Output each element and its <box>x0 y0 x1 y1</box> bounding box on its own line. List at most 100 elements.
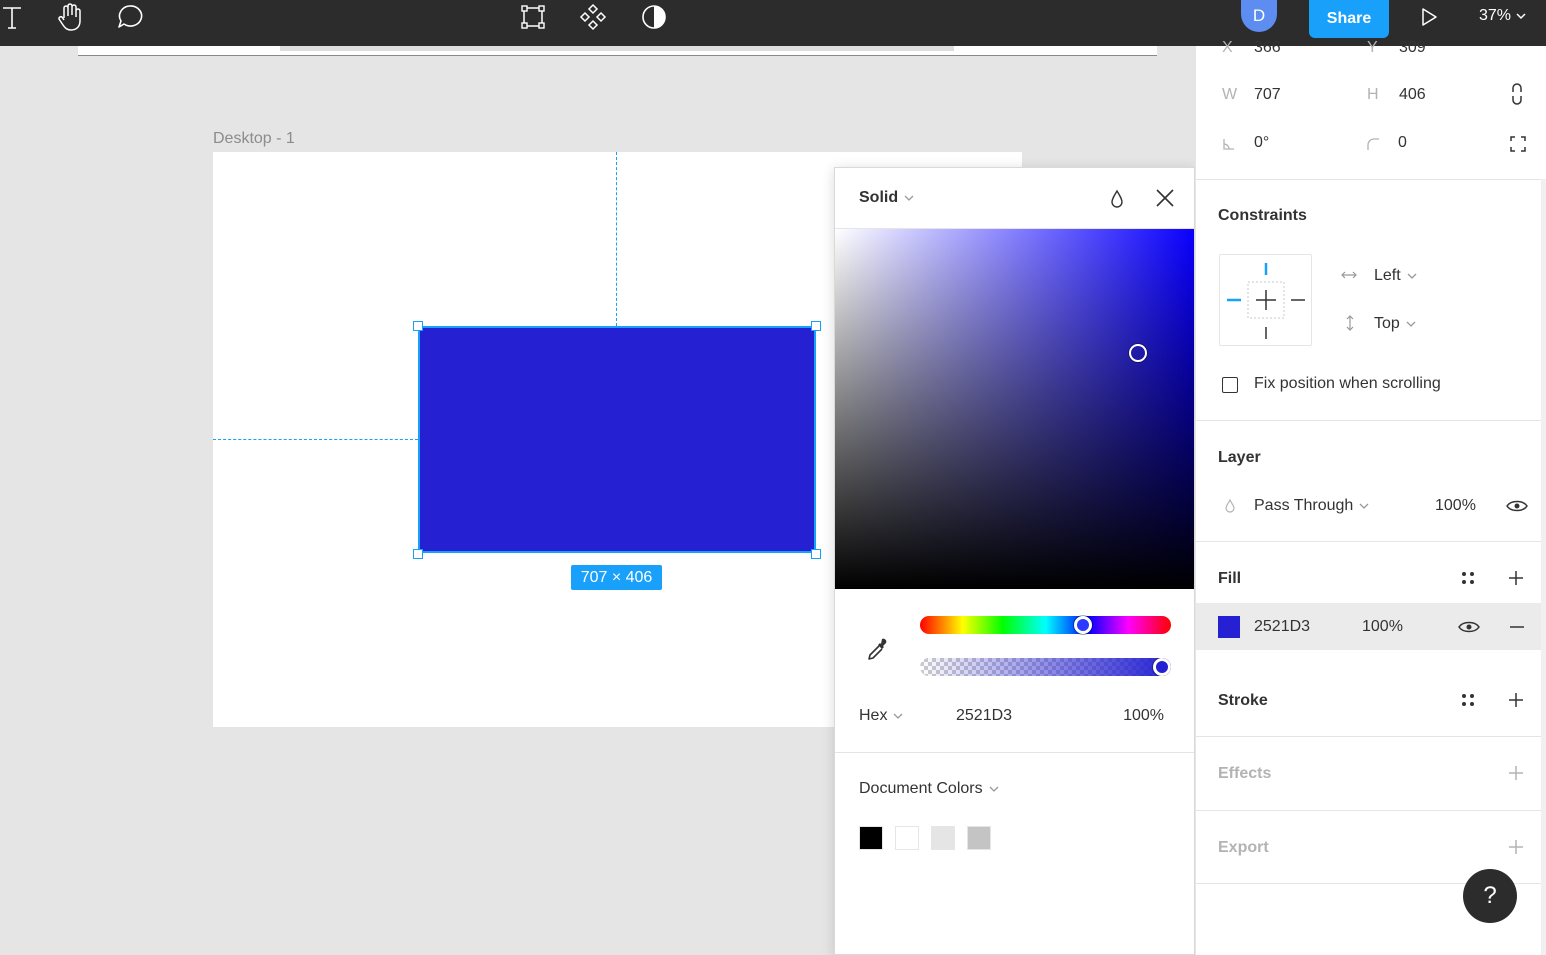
vertical-constraint-dropdown[interactable]: Top <box>1374 315 1416 333</box>
frame-label[interactable]: Desktop - 1 <box>213 130 295 148</box>
properties-panel: X 366 Y 309 W 707 H 406 0° 0 Constraints… <box>1195 39 1546 955</box>
component-icon[interactable] <box>578 0 608 34</box>
measure-guide-vertical <box>616 152 617 326</box>
chevron-down-icon <box>893 713 903 719</box>
blend-drop-icon[interactable] <box>1108 188 1126 215</box>
constraints-widget[interactable] <box>1219 254 1312 346</box>
blend-mode-dropdown[interactable]: Pass Through <box>1254 497 1369 515</box>
divider <box>1196 420 1546 421</box>
color-picker-popover: Solid Hex 2521D3 100% Document Colors <box>834 167 1195 955</box>
height-input[interactable]: 406 <box>1399 86 1426 104</box>
zoom-dropdown[interactable]: 37% <box>1479 7 1527 25</box>
color-mode-label: Hex <box>859 707 888 724</box>
add-stroke-plus-icon[interactable] <box>1506 690 1526 710</box>
text-tool-icon[interactable] <box>0 0 24 34</box>
constraints-title: Constraints <box>1218 207 1307 224</box>
mask-icon[interactable] <box>639 0 669 34</box>
hex-input[interactable]: 2521D3 <box>956 707 1012 725</box>
add-effect-plus-icon[interactable] <box>1506 763 1526 783</box>
zoom-level: 37% <box>1479 7 1512 24</box>
x-input[interactable]: 366 <box>1254 39 1281 57</box>
comment-tool-icon[interactable] <box>114 0 146 34</box>
fill-row[interactable]: 2521D3 100% <box>1196 603 1541 650</box>
blend-mode-value: Pass Through <box>1254 497 1354 514</box>
hue-slider-knob[interactable] <box>1073 616 1092 634</box>
rotation-input[interactable]: 0° <box>1254 134 1269 152</box>
opacity-slider-knob[interactable] <box>1153 658 1171 676</box>
fix-position-checkbox[interactable] <box>1222 377 1238 393</box>
stroke-title: Stroke <box>1218 692 1268 709</box>
user-avatar[interactable]: D <box>1241 0 1277 32</box>
fill-color-swatch[interactable] <box>1218 616 1240 638</box>
selected-rectangle[interactable] <box>418 326 816 553</box>
h-label: H <box>1367 86 1379 103</box>
present-play-icon[interactable] <box>1417 0 1441 34</box>
export-title: Export <box>1218 839 1269 856</box>
add-export-plus-icon[interactable] <box>1506 837 1526 857</box>
color-picker-header: Solid <box>835 168 1194 229</box>
vertical-arrows-icon <box>1344 314 1356 332</box>
corner-radius-input[interactable]: 0 <box>1398 134 1407 152</box>
fill-opacity-value[interactable]: 100% <box>1362 618 1403 636</box>
x-label: X <box>1222 39 1233 56</box>
width-input[interactable]: 707 <box>1254 86 1281 104</box>
help-button[interactable]: ? <box>1463 869 1517 923</box>
hand-tool-icon[interactable] <box>54 0 86 34</box>
rotation-icon <box>1221 136 1237 152</box>
document-colors-dropdown[interactable]: Document Colors <box>859 780 999 798</box>
resize-handle-top-right[interactable] <box>811 321 821 331</box>
constrain-proportions-icon[interactable] <box>1506 82 1528 106</box>
chevron-down-icon <box>1407 273 1417 279</box>
share-button[interactable]: Share <box>1309 0 1389 38</box>
horizontal-arrows-icon <box>1341 268 1357 282</box>
fill-type-dropdown[interactable]: Solid <box>859 189 914 207</box>
document-color-swatch[interactable] <box>895 826 919 850</box>
chevron-down-icon <box>904 195 914 201</box>
edit-object-icon[interactable] <box>518 0 548 34</box>
independent-corners-icon[interactable] <box>1508 134 1528 154</box>
layer-title: Layer <box>1218 449 1261 466</box>
eye-icon[interactable] <box>1506 496 1528 516</box>
resize-handle-bottom-right[interactable] <box>811 549 821 559</box>
fill-hex-value[interactable]: 2521D3 <box>1254 618 1310 636</box>
chevron-down-icon <box>989 786 999 792</box>
selection-size-badge: 707 × 406 <box>571 565 662 590</box>
measure-guide-horizontal <box>213 439 418 440</box>
color-cursor[interactable] <box>1129 344 1147 362</box>
chevron-down-icon <box>1516 13 1526 20</box>
resize-handle-top-left[interactable] <box>413 321 423 331</box>
color-mode-dropdown[interactable]: Hex <box>859 707 903 725</box>
corner-radius-icon <box>1365 136 1381 152</box>
chevron-down-icon <box>1406 321 1416 327</box>
y-input[interactable]: 309 <box>1399 39 1426 57</box>
add-fill-plus-icon[interactable] <box>1506 568 1526 588</box>
horizontal-constraint-value: Left <box>1374 267 1401 284</box>
blend-mode-icon <box>1222 497 1238 515</box>
document-colors-label: Document Colors <box>859 780 983 797</box>
divider <box>1196 810 1546 811</box>
divider <box>1196 736 1546 737</box>
layer-opacity-input[interactable]: 100% <box>1435 497 1476 515</box>
previous-frame[interactable] <box>78 46 1157 56</box>
eyedropper-icon[interactable] <box>865 636 891 667</box>
saturation-value-area[interactable] <box>835 229 1194 589</box>
y-label: Y <box>1367 39 1378 56</box>
constraints-diagram-icon <box>1227 263 1305 339</box>
divider <box>1196 541 1546 542</box>
remove-fill-minus-icon[interactable] <box>1507 617 1527 637</box>
style-grid-icon[interactable] <box>1458 690 1478 710</box>
horizontal-constraint-dropdown[interactable]: Left <box>1374 267 1417 285</box>
document-color-swatch[interactable] <box>967 826 991 850</box>
picker-opacity-input[interactable]: 100% <box>1123 707 1164 725</box>
eye-icon[interactable] <box>1458 617 1480 637</box>
panel-scrollbar[interactable] <box>1541 179 1546 955</box>
style-grid-icon[interactable] <box>1458 568 1478 588</box>
document-color-swatch[interactable] <box>859 826 883 850</box>
resize-handle-bottom-left[interactable] <box>413 549 423 559</box>
close-icon[interactable] <box>1154 187 1176 214</box>
opacity-slider[interactable] <box>920 658 1171 676</box>
effects-title: Effects <box>1218 765 1272 782</box>
hue-slider[interactable] <box>920 616 1171 634</box>
fill-type-label: Solid <box>859 189 899 206</box>
document-color-swatch[interactable] <box>931 826 955 850</box>
